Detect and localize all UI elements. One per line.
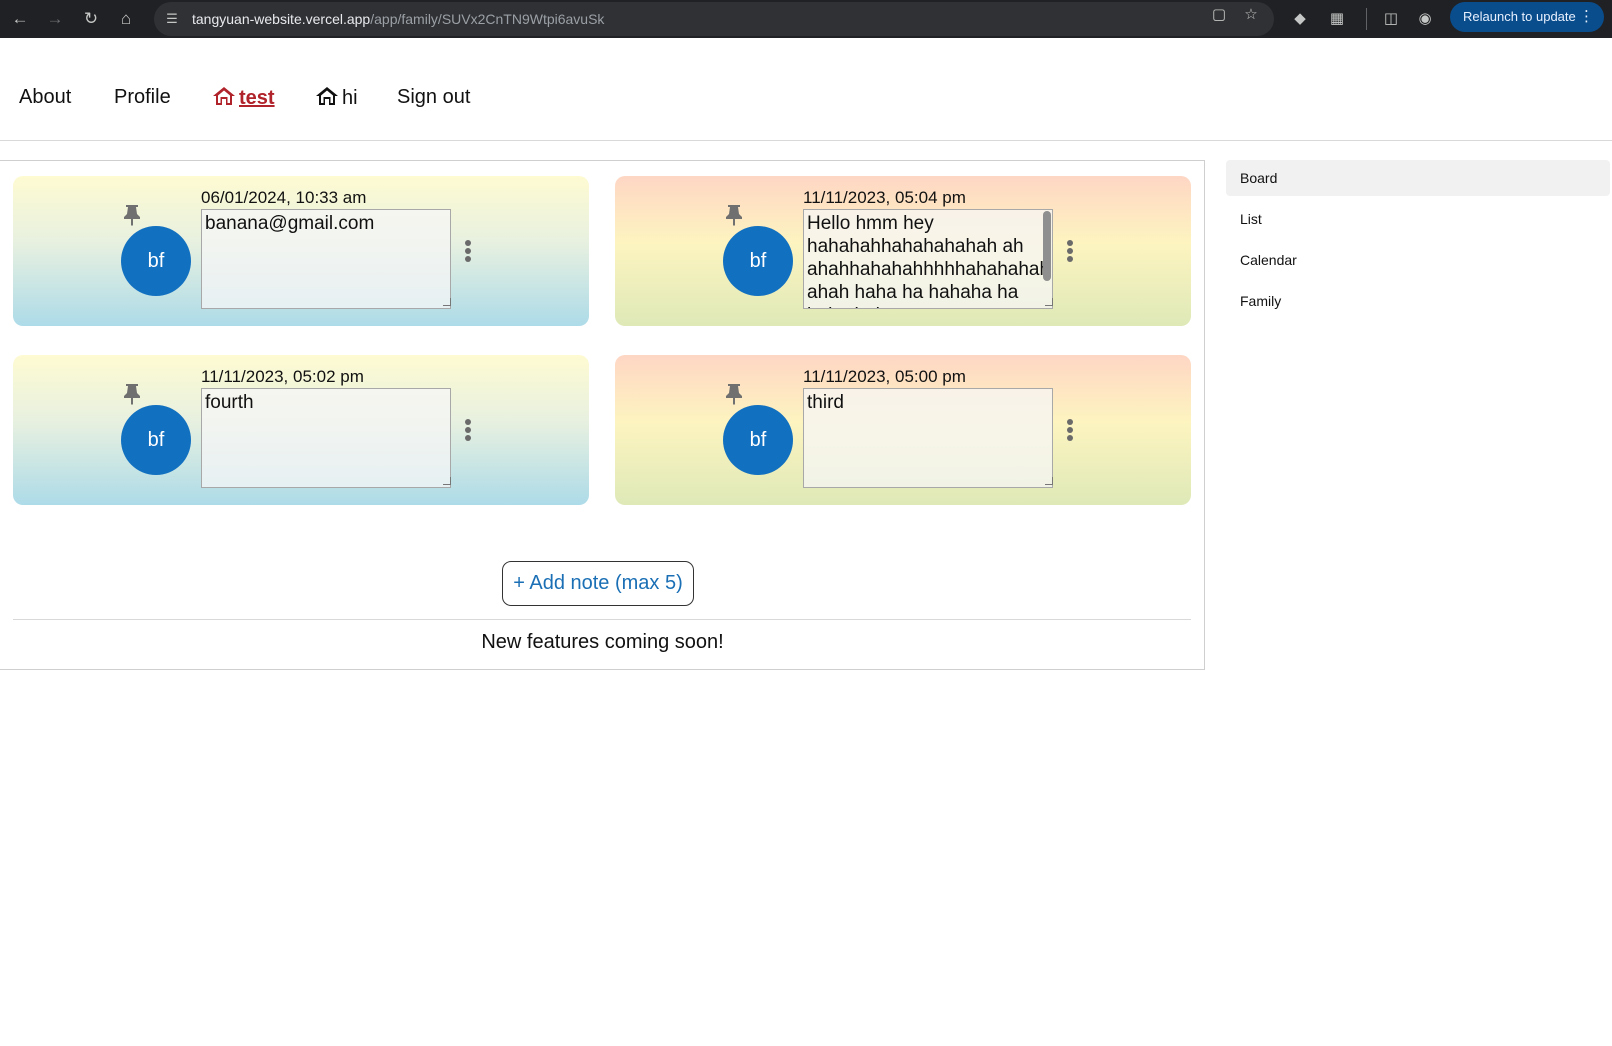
bookmark-star-icon[interactable]: ☆ bbox=[1238, 2, 1264, 28]
pin-icon[interactable] bbox=[123, 204, 141, 226]
profile-avatar-icon[interactable]: ◉ bbox=[1412, 6, 1438, 32]
address-bar[interactable]: ☰ tangyuan-website.vercel.app/app/family… bbox=[154, 2, 1274, 36]
note-text-field[interactable]: banana@gmail.com bbox=[201, 209, 451, 309]
site-settings-icon[interactable]: ☰ bbox=[162, 9, 182, 29]
note-text-field[interactable]: fourth bbox=[201, 388, 451, 488]
sidebar-item-calendar[interactable]: Calendar bbox=[1226, 242, 1610, 278]
note-timestamp: 11/11/2023, 05:00 pm bbox=[803, 367, 966, 386]
resize-handle-icon[interactable] bbox=[443, 477, 451, 485]
add-note-button[interactable]: + Add note (max 5) bbox=[502, 561, 694, 606]
avatar: bf bbox=[723, 226, 793, 296]
back-icon[interactable]: ← bbox=[7, 6, 33, 32]
note-card: bf 06/01/2024, 10:33 am banana@gmail.com bbox=[13, 176, 589, 326]
note-text-field[interactable]: third bbox=[803, 388, 1053, 488]
side-panel-icon[interactable]: ◫ bbox=[1378, 6, 1404, 32]
home-icon[interactable]: ⌂ bbox=[113, 6, 139, 32]
nav-family-hi-label: hi bbox=[342, 87, 358, 109]
relaunch-label: Relaunch to update bbox=[1463, 9, 1576, 24]
extensions-puzzle-icon[interactable]: ▦ bbox=[1324, 6, 1350, 32]
more-options-icon[interactable] bbox=[463, 419, 473, 445]
nav-profile[interactable]: Profile bbox=[114, 86, 171, 109]
avatar: bf bbox=[121, 226, 191, 296]
nav-family-hi[interactable]: hi bbox=[315, 86, 358, 110]
note-timestamp: 06/01/2024, 10:33 am bbox=[201, 188, 367, 207]
note-timestamp: 11/11/2023, 05:04 pm bbox=[803, 188, 966, 207]
sidebar-item-board[interactable]: Board bbox=[1226, 160, 1610, 196]
avatar: bf bbox=[723, 405, 793, 475]
note-scrollbar[interactable] bbox=[1043, 211, 1051, 281]
divider bbox=[13, 619, 1191, 620]
more-options-icon[interactable] bbox=[463, 240, 473, 266]
pin-icon[interactable] bbox=[123, 383, 141, 405]
extension-color-icon[interactable]: ◆ bbox=[1287, 6, 1313, 32]
pin-icon[interactable] bbox=[725, 204, 743, 226]
resize-handle-icon[interactable] bbox=[443, 298, 451, 306]
nav-family-test-label: test bbox=[239, 87, 275, 109]
nav-about[interactable]: About bbox=[19, 86, 71, 109]
notes-board: bf 06/01/2024, 10:33 am banana@gmail.com… bbox=[0, 160, 1205, 670]
nav-family-test[interactable]: test bbox=[212, 86, 275, 110]
house-icon bbox=[316, 87, 338, 105]
relaunch-button[interactable]: Relaunch to update ⋮ bbox=[1450, 2, 1604, 32]
sidebar-item-list[interactable]: List bbox=[1226, 201, 1610, 237]
nav-sign-out[interactable]: Sign out bbox=[397, 86, 470, 109]
more-options-icon[interactable] bbox=[1065, 419, 1075, 445]
note-text-field[interactable]: Hello hmm hey hahahahhahahahahah ah ahah… bbox=[803, 209, 1053, 309]
house-icon bbox=[213, 87, 235, 105]
chrome-menu-icon[interactable]: ⋮ bbox=[1579, 2, 1594, 32]
url-host: tangyuan-website.vercel.app bbox=[192, 11, 371, 27]
view-sidebar: Board List Calendar Family bbox=[1226, 160, 1610, 324]
note-card: bf 11/11/2023, 05:04 pm Hello hmm hey ha… bbox=[615, 176, 1191, 326]
url-text[interactable]: tangyuan-website.vercel.app/app/family/S… bbox=[192, 2, 604, 36]
note-timestamp: 11/11/2023, 05:02 pm bbox=[201, 367, 364, 386]
install-app-icon[interactable]: ▢ bbox=[1206, 2, 1232, 28]
toolbar-separator bbox=[1366, 8, 1367, 30]
reload-icon[interactable]: ↻ bbox=[78, 6, 104, 32]
top-nav: About Profile test hi Sign out bbox=[0, 38, 1612, 141]
pin-icon[interactable] bbox=[725, 383, 743, 405]
note-card: bf 11/11/2023, 05:00 pm third bbox=[615, 355, 1191, 505]
resize-handle-icon[interactable] bbox=[1045, 477, 1053, 485]
url-path: /app/family/SUVx2CnTN9Wtpi6avuSk bbox=[370, 11, 605, 27]
avatar: bf bbox=[121, 405, 191, 475]
forward-icon[interactable]: → bbox=[42, 6, 68, 32]
sidebar-item-family[interactable]: Family bbox=[1226, 283, 1610, 319]
browser-toolbar: ← → ↻ ⌂ ☰ tangyuan-website.vercel.app/ap… bbox=[0, 0, 1612, 38]
note-card: bf 11/11/2023, 05:02 pm fourth bbox=[13, 355, 589, 505]
more-options-icon[interactable] bbox=[1065, 240, 1075, 266]
resize-handle-icon[interactable] bbox=[1045, 298, 1053, 306]
coming-soon-message: New features coming soon! bbox=[481, 631, 724, 653]
